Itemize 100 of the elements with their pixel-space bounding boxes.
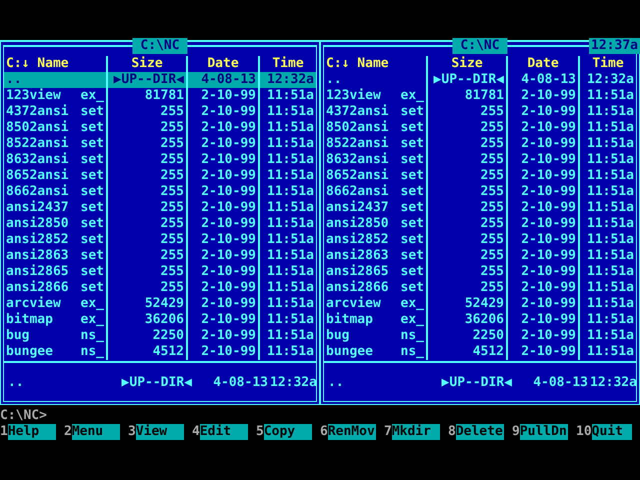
file-size: 36206 [108, 312, 188, 328]
file-name[interactable]: bitmap ex_ [4, 312, 108, 328]
file-size: 255 [108, 232, 188, 248]
function-key-button[interactable]: View [136, 424, 184, 440]
file-name[interactable]: ansi2863 set [324, 248, 428, 264]
function-key-number: 1 [0, 424, 8, 440]
file-time: 11:51a [266, 120, 315, 136]
function-key-button[interactable]: Delete [456, 424, 504, 440]
function-key-button[interactable]: Help [8, 424, 56, 440]
function-key-button[interactable]: RenMov [328, 424, 376, 440]
file-size: 2250 [428, 328, 508, 344]
file-time: 11:51a [266, 152, 315, 168]
file-name[interactable]: .. [4, 72, 108, 88]
file-name[interactable]: ansi2852 set [4, 232, 108, 248]
file-name[interactable]: 8522ansi set [324, 136, 428, 152]
file-name[interactable]: bitmap ex_ [324, 312, 428, 328]
file-name[interactable]: ansi2866 set [4, 280, 108, 296]
file-size: 255 [108, 136, 188, 152]
file-name[interactable]: 123view ex_ [324, 88, 428, 104]
file-time: 11:51a [586, 88, 635, 104]
file-name[interactable]: bug ns_ [324, 328, 428, 344]
file-name[interactable]: arcview ex_ [324, 296, 428, 312]
file-name[interactable]: 8502ansi set [4, 120, 108, 136]
file-name[interactable]: 8522ansi set [4, 136, 108, 152]
file-name[interactable]: ansi2865 set [4, 264, 108, 280]
file-size: 4512 [428, 344, 508, 360]
function-key-number: 2 [64, 424, 72, 440]
file-date: 4-08-13 [508, 72, 580, 88]
status-date: 4-08-13 [212, 375, 268, 392]
file-name[interactable]: ansi2437 set [4, 200, 108, 216]
file-name[interactable]: 8662ansi set [4, 184, 108, 200]
file-name[interactable]: ansi2437 set [324, 200, 428, 216]
file-name[interactable]: ansi2866 set [324, 280, 428, 296]
file-date: 2-10-99 [188, 296, 260, 312]
file-name[interactable]: bungee ns_ [4, 344, 108, 360]
function-key-button[interactable]: Mkdir [392, 424, 440, 440]
file-time: 11:51a [586, 152, 635, 168]
file-size: 255 [428, 280, 508, 296]
file-name[interactable]: 8632ansi set [324, 152, 428, 168]
file-name[interactable]: arcview ex_ [4, 296, 108, 312]
file-time: 11:51a [586, 248, 635, 264]
file-time: 11:51a [266, 328, 315, 344]
file-time: 11:51a [266, 280, 315, 296]
file-time: 11:51a [266, 104, 315, 120]
function-key-button[interactable]: Quit [592, 424, 632, 440]
file-name[interactable]: 4372ansi set [4, 104, 108, 120]
function-key-button[interactable]: Menu [72, 424, 120, 440]
command-prompt[interactable]: C:\NC> [0, 408, 640, 424]
file-size: ▶UP--DIR◀ [108, 72, 188, 88]
file-name[interactable]: 8502ansi set [324, 120, 428, 136]
file-date: 2-10-99 [188, 312, 260, 328]
file-date: 2-10-99 [508, 120, 580, 136]
status-time: 12:32a [270, 375, 317, 392]
file-name[interactable]: 8632ansi set [4, 152, 108, 168]
file-time: 11:51a [266, 312, 315, 328]
file-time: 12:32a [260, 72, 316, 88]
status-name: .. [8, 375, 25, 392]
file-date: 2-10-99 [508, 104, 580, 120]
file-name[interactable]: 123view ex_ [4, 88, 108, 104]
file-name[interactable]: bungee ns_ [324, 344, 428, 360]
file-size: 255 [108, 152, 188, 168]
function-key-button[interactable]: Edit [200, 424, 248, 440]
file-time: 11:51a [266, 264, 315, 280]
file-name[interactable]: 8652ansi set [4, 168, 108, 184]
file-size: 255 [108, 264, 188, 280]
file-date: 2-10-99 [188, 232, 260, 248]
file-name[interactable]: ansi2852 set [324, 232, 428, 248]
file-name[interactable]: 8652ansi set [324, 168, 428, 184]
file-size: 255 [108, 280, 188, 296]
status-size: ▶UP--DIR◀ [440, 375, 512, 392]
file-name[interactable]: .. [324, 72, 428, 88]
file-date: 2-10-99 [508, 344, 580, 360]
file-date: 2-10-99 [188, 264, 260, 280]
file-name[interactable]: 4372ansi set [324, 104, 428, 120]
function-key-button[interactable]: PullDn [520, 424, 568, 440]
file-time: 11:51a [586, 104, 635, 120]
file-name[interactable]: ansi2865 set [324, 264, 428, 280]
file-name[interactable]: ansi2863 set [4, 248, 108, 264]
file-date: 2-10-99 [188, 120, 260, 136]
file-size: 255 [428, 120, 508, 136]
file-name[interactable]: ansi2850 set [324, 216, 428, 232]
function-key-number: 10 [576, 424, 592, 440]
file-size: 255 [428, 136, 508, 152]
file-size: 255 [428, 264, 508, 280]
file-name[interactable]: ansi2850 set [4, 216, 108, 232]
file-time: 11:51a [266, 168, 315, 184]
file-size: ▶UP--DIR◀ [428, 72, 508, 88]
file-name[interactable]: bug ns_ [4, 328, 108, 344]
file-size: 255 [428, 248, 508, 264]
file-date: 2-10-99 [508, 328, 580, 344]
file-size: 255 [108, 168, 188, 184]
file-time: 11:51a [266, 200, 315, 216]
file-size: 52429 [428, 296, 508, 312]
file-time: 11:51a [266, 344, 315, 360]
file-date: 2-10-99 [508, 232, 580, 248]
file-date: 2-10-99 [188, 344, 260, 360]
function-key-button[interactable]: Copy [264, 424, 312, 440]
panel-path: C:\NC [132, 38, 188, 54]
file-name[interactable]: 8662ansi set [324, 184, 428, 200]
file-time: 11:51a [266, 216, 315, 232]
